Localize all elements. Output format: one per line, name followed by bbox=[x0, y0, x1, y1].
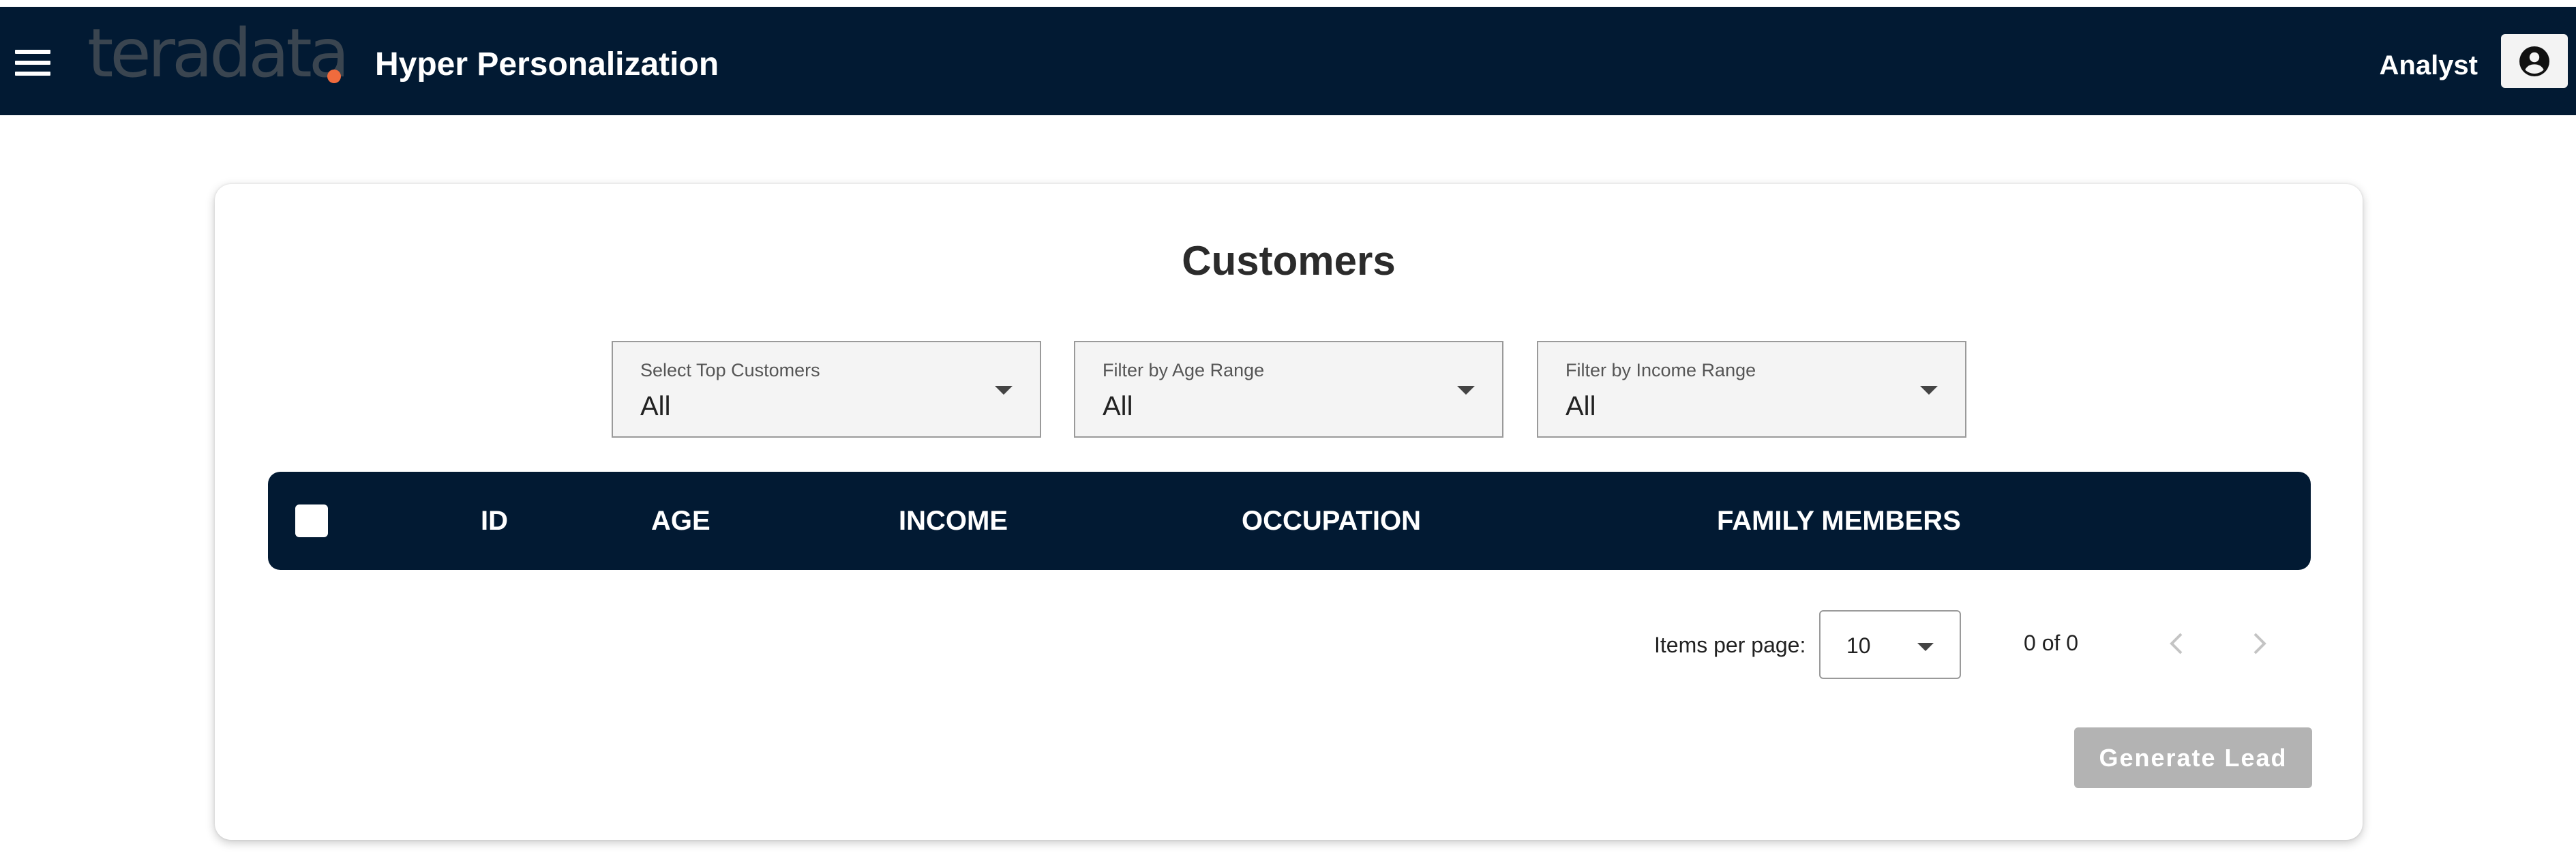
filter-label: Select Top Customers bbox=[640, 360, 820, 380]
dropdown-arrow-icon bbox=[1457, 386, 1475, 395]
pagination-range-label: 0 of 0 bbox=[2024, 631, 2079, 655]
logo-dot bbox=[327, 70, 341, 83]
filter-value: All bbox=[1566, 391, 1596, 421]
hamburger-menu-icon[interactable] bbox=[15, 50, 50, 76]
account-circle-icon bbox=[2519, 46, 2549, 76]
column-header-family-members[interactable]: FAMILY MEMBERS bbox=[1717, 506, 1961, 537]
column-header-occupation[interactable]: OCCUPATION bbox=[1242, 506, 1421, 537]
select-all-checkbox[interactable] bbox=[295, 504, 328, 537]
previous-page-button[interactable] bbox=[2163, 629, 2191, 659]
items-per-page-label: Items per page: bbox=[1654, 633, 1806, 657]
customers-card: Customers Select Top Customers All Filte… bbox=[215, 184, 2363, 840]
table-header-row: ID AGE INCOME OCCUPATION FAMILY MEMBERS bbox=[268, 472, 2311, 570]
teradata-logo: teradata bbox=[87, 15, 350, 93]
page-title: Customers bbox=[1182, 238, 1396, 284]
app-toolbar: teradata Hyper Personalization Analyst bbox=[0, 7, 2576, 115]
dropdown-arrow-icon bbox=[995, 386, 1013, 395]
filter-label: Filter by Age Range bbox=[1103, 360, 1265, 380]
select-top-customers-dropdown[interactable]: Select Top Customers All bbox=[612, 341, 1041, 438]
next-page-button[interactable] bbox=[2245, 629, 2273, 659]
app-title: Hyper Personalization bbox=[375, 46, 719, 82]
filter-value: All bbox=[640, 391, 671, 421]
filter-value: All bbox=[1103, 391, 1133, 421]
column-header-id[interactable]: ID bbox=[481, 506, 508, 537]
column-header-age[interactable]: AGE bbox=[651, 506, 710, 537]
column-header-income[interactable]: INCOME bbox=[899, 506, 1008, 537]
income-range-dropdown[interactable]: Filter by Income Range All bbox=[1537, 341, 1966, 438]
filter-label: Filter by Income Range bbox=[1566, 360, 1756, 380]
dropdown-arrow-icon bbox=[1920, 386, 1938, 395]
generate-lead-button[interactable]: Generate Lead bbox=[2074, 727, 2312, 788]
account-button[interactable] bbox=[2501, 34, 2568, 88]
chevron-right-icon bbox=[2253, 633, 2266, 654]
items-per-page-value: 10 bbox=[1846, 633, 1871, 658]
dropdown-arrow-icon bbox=[1917, 643, 1934, 651]
items-per-page-select[interactable]: 10 bbox=[1819, 610, 1961, 679]
user-role-label: Analyst bbox=[2379, 50, 2478, 80]
chevron-left-icon bbox=[2170, 633, 2183, 654]
age-range-dropdown[interactable]: Filter by Age Range All bbox=[1074, 341, 1503, 438]
